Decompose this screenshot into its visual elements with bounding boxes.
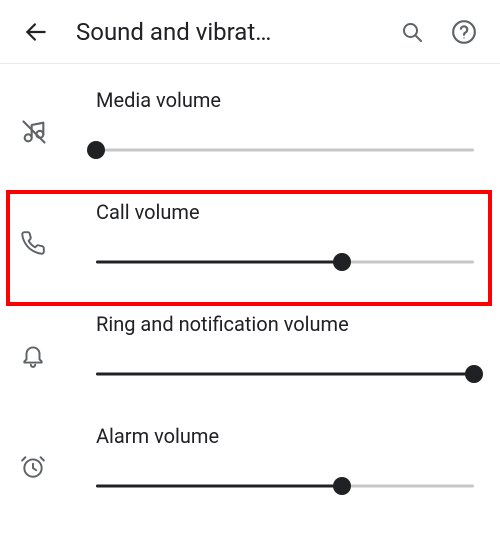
- call-volume-row: Call volume: [0, 188, 500, 284]
- media-volume-row: Media volume: [0, 76, 500, 172]
- alarm-volume-row: Alarm volume: [0, 412, 500, 508]
- ring-volume-slider[interactable]: [96, 364, 474, 384]
- help-button[interactable]: [444, 12, 484, 52]
- volume-list: Media volume Call volume: [0, 64, 500, 508]
- slider-thumb[interactable]: [87, 141, 105, 159]
- alarm-volume-label: Alarm volume: [96, 424, 474, 448]
- ring-volume-label: Ring and notification volume: [96, 312, 474, 336]
- media-volume-label: Media volume: [96, 88, 474, 112]
- media-mute-icon: [20, 118, 60, 146]
- slider-thumb[interactable]: [333, 477, 351, 495]
- slider-thumb[interactable]: [465, 365, 483, 383]
- ring-volume-row: Ring and notification volume: [0, 300, 500, 396]
- search-button[interactable]: [392, 12, 432, 52]
- phone-icon: [20, 230, 60, 256]
- alarm-icon: [20, 454, 60, 480]
- search-icon: [400, 20, 424, 44]
- app-header: Sound and vibrat…: [0, 0, 500, 64]
- slider-thumb[interactable]: [333, 253, 351, 271]
- alarm-volume-slider[interactable]: [96, 476, 474, 496]
- call-volume-label: Call volume: [96, 200, 474, 224]
- arrow-back-icon: [23, 19, 49, 45]
- media-volume-slider[interactable]: [96, 140, 474, 160]
- call-volume-slider[interactable]: [96, 252, 474, 272]
- back-button[interactable]: [16, 12, 56, 52]
- help-icon: [451, 19, 477, 45]
- page-title: Sound and vibrat…: [68, 18, 380, 46]
- bell-icon: [20, 342, 60, 368]
